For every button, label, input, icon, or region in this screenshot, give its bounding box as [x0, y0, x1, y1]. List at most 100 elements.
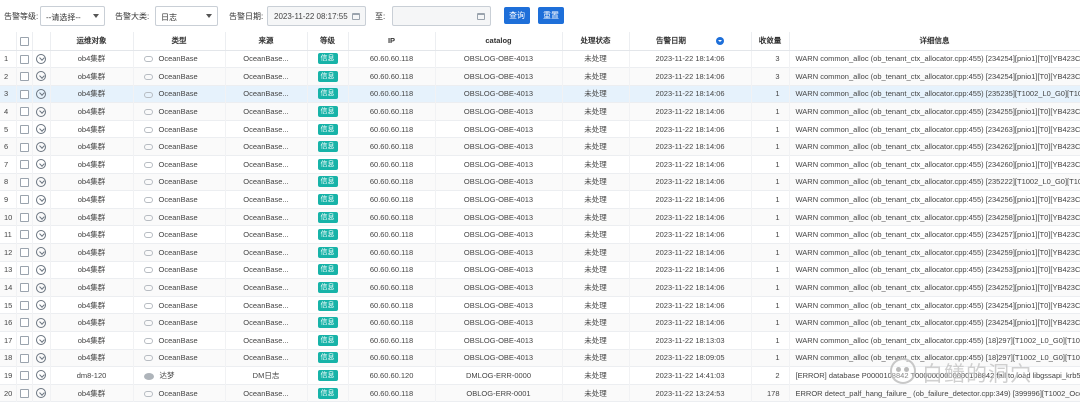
expand-circle-icon[interactable] — [36, 194, 46, 205]
row-src[interactable]: OceanBase... — [225, 331, 308, 350]
row-obj[interactable]: ob4集群 — [50, 296, 134, 314]
row-src[interactable]: OceanBase... — [225, 278, 308, 297]
calendar-icon[interactable] — [477, 13, 485, 20]
row-checkbox[interactable] — [19, 177, 29, 187]
row-obj[interactable]: ob4集群 — [50, 331, 134, 350]
row-obj[interactable]: ob4集群 — [50, 155, 134, 174]
row-select[interactable] — [16, 85, 33, 103]
table-row[interactable]: 7 ob4集群 OceanBase OceanBase... 信息 60.60.60.11… — [0, 155, 1080, 174]
row-src[interactable]: OceanBase... — [225, 85, 308, 103]
date-from-input[interactable]: 2023-11-22 08:17:55 — [267, 6, 366, 26]
row-detail[interactable]: WARN common_alloc (ob_tenant_ctx_allocat… — [789, 102, 1080, 121]
row-detail[interactable]: WARN common_alloc (ob_tenant_ctx_allocat… — [789, 120, 1080, 138]
row-obj[interactable]: ob4集群 — [50, 384, 134, 402]
expand-circle-icon[interactable] — [36, 247, 46, 258]
row-detail[interactable]: WARN common_alloc (ob_tenant_ctx_allocat… — [789, 313, 1080, 332]
row-checkbox[interactable] — [19, 353, 29, 363]
row-detail[interactable]: WARN common_alloc (ob_tenant_ctx_allocat… — [789, 225, 1080, 244]
row-expand[interactable] — [32, 225, 51, 244]
row-expand[interactable] — [32, 50, 51, 68]
row-detail[interactable]: WARN common_alloc (ob_tenant_ctx_allocat… — [789, 155, 1080, 174]
header-type[interactable]: 类型 — [133, 32, 226, 51]
row-obj[interactable]: ob4集群 — [50, 208, 134, 226]
row-expand[interactable] — [32, 349, 51, 367]
row-src[interactable]: OceanBase... — [225, 261, 308, 279]
row-obj[interactable]: ob4集群 — [50, 173, 134, 191]
row-expand[interactable] — [32, 173, 51, 191]
row-obj[interactable]: ob4集群 — [50, 225, 134, 244]
header-cat[interactable]: catalog — [435, 32, 563, 51]
row-obj[interactable]: ob4集群 — [50, 137, 134, 156]
row-checkbox[interactable] — [19, 142, 29, 152]
row-select[interactable] — [16, 120, 33, 138]
row-detail[interactable]: WARN common_alloc (ob_tenant_ctx_allocat… — [789, 173, 1080, 191]
row-select[interactable] — [16, 50, 33, 68]
header-obj[interactable]: 运维对象 — [50, 32, 134, 51]
row-obj[interactable]: ob4集群 — [50, 102, 134, 121]
row-checkbox[interactable] — [19, 248, 29, 258]
row-detail[interactable]: WARN common_alloc (ob_tenant_ctx_allocat… — [789, 208, 1080, 226]
table-row[interactable]: 11 ob4集群 OceanBase OceanBase... 信息 60.60.60.1… — [0, 225, 1080, 244]
row-src[interactable]: OceanBase... — [225, 173, 308, 191]
row-expand[interactable] — [32, 296, 51, 314]
row-expand[interactable] — [32, 331, 51, 350]
row-select[interactable] — [16, 173, 33, 191]
row-expand[interactable] — [32, 261, 51, 279]
table-row[interactable]: 8 ob4集群 OceanBase OceanBase... 信息 60.60.60.11… — [0, 173, 1080, 191]
expand-circle-icon[interactable] — [36, 352, 46, 363]
table-row[interactable]: 15 ob4集群 OceanBase OceanBase... 信息 60.60.60.1… — [0, 296, 1080, 314]
row-expand[interactable] — [32, 384, 51, 402]
reset-button[interactable]: 重置 — [538, 7, 564, 24]
row-src[interactable]: OceanBase... — [225, 50, 308, 68]
row-detail[interactable]: WARN common_alloc (ob_tenant_ctx_allocat… — [789, 137, 1080, 156]
row-obj[interactable]: ob4集群 — [50, 313, 134, 332]
expand-circle-icon[interactable] — [36, 124, 46, 135]
row-checkbox[interactable] — [19, 318, 29, 328]
row-obj[interactable]: dm8-120 — [50, 366, 134, 385]
table-row[interactable]: 5 ob4集群 OceanBase OceanBase... 信息 60.60.60.11… — [0, 120, 1080, 138]
header-date[interactable]: 告警日期 — [629, 32, 752, 51]
header-lvl[interactable]: 等级 — [307, 32, 349, 51]
row-src[interactable]: OceanBase... — [225, 155, 308, 174]
row-obj[interactable]: ob4集群 — [50, 67, 134, 86]
expand-circle-icon[interactable] — [36, 317, 46, 328]
row-src[interactable]: OceanBase... — [225, 313, 308, 332]
row-select[interactable] — [16, 366, 33, 385]
calendar-icon[interactable] — [352, 13, 360, 20]
row-obj[interactable]: ob4集群 — [50, 278, 134, 297]
row-select[interactable] — [16, 261, 33, 279]
expand-circle-icon[interactable] — [36, 159, 46, 170]
row-expand[interactable] — [32, 313, 51, 332]
row-select[interactable] — [16, 349, 33, 367]
row-detail[interactable]: WARN common_alloc (ob_tenant_ctx_allocat… — [789, 243, 1080, 262]
expand-circle-icon[interactable] — [36, 106, 46, 117]
row-obj[interactable]: ob4集群 — [50, 261, 134, 279]
row-src[interactable]: OceanBase... — [225, 349, 308, 367]
row-obj[interactable]: ob4集群 — [50, 243, 134, 262]
row-expand[interactable] — [32, 85, 51, 103]
row-select[interactable] — [16, 384, 33, 402]
alert-level-select[interactable]: --请选择-- — [40, 6, 105, 26]
expand-circle-icon[interactable] — [36, 388, 46, 399]
table-row[interactable]: 1 ob4集群 OceanBase OceanBase... 信息 60.60.60.11… — [0, 50, 1080, 68]
expand-circle-icon[interactable] — [36, 212, 46, 223]
row-select[interactable] — [16, 137, 33, 156]
row-select[interactable] — [16, 331, 33, 350]
expand-circle-icon[interactable] — [36, 141, 46, 152]
row-checkbox[interactable] — [19, 265, 29, 275]
row-obj[interactable]: ob4集群 — [50, 349, 134, 367]
row-src[interactable]: OceanBase... — [225, 208, 308, 226]
row-select[interactable] — [16, 278, 33, 297]
expand-circle-icon[interactable] — [36, 282, 46, 293]
expand-circle-icon[interactable] — [36, 88, 46, 99]
row-detail[interactable]: WARN common_alloc (ob_tenant_ctx_allocat… — [789, 278, 1080, 297]
row-select[interactable] — [16, 155, 33, 174]
row-obj[interactable]: ob4集群 — [50, 120, 134, 138]
row-checkbox[interactable] — [19, 388, 29, 398]
header-src[interactable]: 来源 — [225, 32, 308, 51]
row-src[interactable]: OceanBase... — [225, 243, 308, 262]
row-src[interactable]: OceanBase... — [225, 296, 308, 314]
row-detail[interactable]: WARN common_alloc (ob_tenant_ctx_allocat… — [789, 85, 1080, 103]
expand-circle-icon[interactable] — [36, 176, 46, 187]
header-state[interactable]: 处理状态 — [562, 32, 630, 51]
